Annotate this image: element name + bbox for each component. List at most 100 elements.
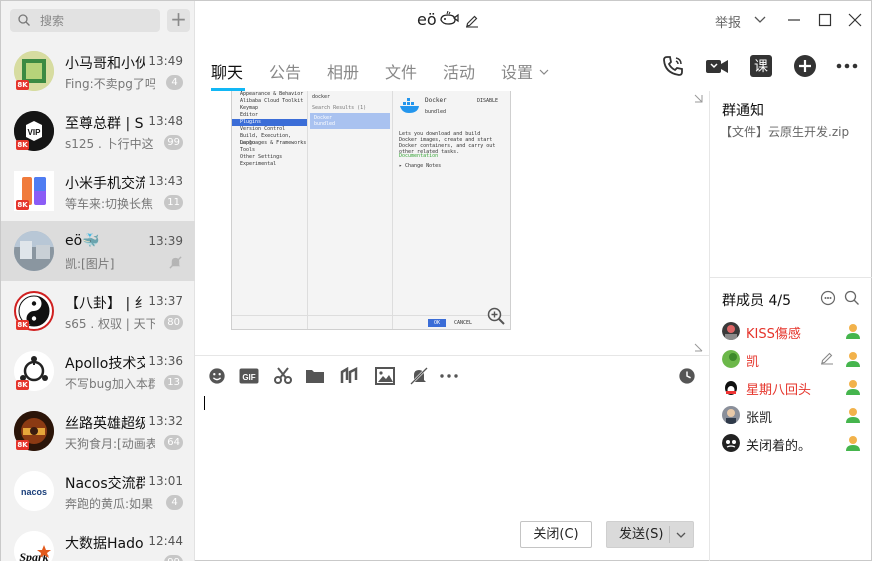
screenshot-image-message[interactable]: Appearance & Behavior Alibaba Cloud Tool… bbox=[231, 91, 511, 330]
conversation-preview: 凯:[图片] bbox=[65, 257, 115, 271]
member-item[interactable]: KISS傷感 bbox=[722, 321, 872, 343]
conversation-time: 13:49 bbox=[148, 54, 183, 68]
edit-icon[interactable] bbox=[820, 351, 834, 365]
conversation-name: Nacos交流群 bbox=[65, 476, 145, 492]
group-notice-body[interactable]: 【文件】云原生开发.zip bbox=[720, 123, 849, 140]
mute-bell-icon[interactable] bbox=[409, 367, 429, 385]
chevron-down-icon[interactable] bbox=[753, 13, 767, 27]
tab-activity[interactable]: 活动 bbox=[443, 59, 475, 83]
admin-user-icon bbox=[846, 352, 860, 367]
tab-announcement[interactable]: 公告 bbox=[269, 59, 301, 83]
search-icon bbox=[18, 14, 30, 26]
conversation-time: 13:43 bbox=[148, 174, 183, 188]
member-item[interactable]: 关闭着的。 bbox=[722, 433, 872, 455]
unread-count: 13 bbox=[164, 375, 183, 390]
nav-item: Other Settings bbox=[240, 154, 283, 160]
dialog-cancel: CANCEL bbox=[453, 320, 473, 326]
zoom-in-icon[interactable] bbox=[487, 307, 505, 325]
gif-icon[interactable]: GIF bbox=[239, 367, 259, 385]
chevron-down-icon bbox=[539, 69, 549, 75]
svg-text:nacos: nacos bbox=[21, 487, 47, 497]
tab-files[interactable]: 文件 bbox=[385, 59, 417, 83]
conversation-time: 13:32 bbox=[148, 414, 183, 428]
nacos-logo-avatar: nacos bbox=[14, 471, 54, 511]
search-placeholder: 搜索 bbox=[40, 14, 65, 28]
plugin-result-row: Docker bundled bbox=[310, 113, 390, 129]
member-user-icon bbox=[846, 436, 860, 451]
expand-arrow-icon[interactable] bbox=[694, 343, 703, 352]
emoji-icon[interactable] bbox=[207, 367, 227, 385]
music-icon[interactable] bbox=[339, 367, 359, 385]
member-item[interactable]: 张凯 bbox=[722, 405, 872, 427]
member-item[interactable]: 星期八回头 bbox=[722, 377, 872, 399]
history-icon[interactable] bbox=[677, 367, 697, 385]
add-app-icon[interactable] bbox=[793, 54, 817, 78]
title-bar: eö 举报 bbox=[195, 1, 872, 41]
unread-count: 99 bbox=[164, 555, 183, 561]
conversation-item-active[interactable]: eö🐳 13:39 凯:[图片] bbox=[1, 221, 195, 281]
conversation-item[interactable]: 8K Apollo技术交 13:36 不写bug加入本群 13 bbox=[1, 341, 195, 401]
member-avatar bbox=[722, 378, 740, 396]
video-call-icon[interactable] bbox=[705, 54, 729, 78]
edit-group-name-icon[interactable] bbox=[465, 14, 479, 28]
add-button[interactable]: + bbox=[167, 9, 190, 32]
member-item[interactable]: 凯 bbox=[722, 349, 872, 371]
conversation-item[interactable]: 8K 【八卦】 | 纟 13:37 s65 . 权驭 | 天下 80 bbox=[1, 281, 195, 341]
voice-call-icon[interactable] bbox=[661, 54, 685, 78]
text-caret bbox=[204, 396, 205, 410]
scissors-icon[interactable] bbox=[273, 367, 293, 385]
close-button[interactable]: 关闭(C) bbox=[520, 521, 592, 548]
conversation-preview: s125 . 卜行中这 bbox=[65, 137, 154, 151]
member-chat-icon[interactable] bbox=[820, 290, 836, 306]
settings-nav-list: Appearance & Behavior Alibaba Cloud Tool… bbox=[232, 91, 307, 329]
member-name: 关闭着的。 bbox=[746, 439, 812, 454]
level-badge: 8K bbox=[16, 380, 29, 390]
tab-album[interactable]: 相册 bbox=[327, 59, 359, 83]
nav-item: Version Control bbox=[240, 126, 286, 132]
conversation-name: 小米手机交流 bbox=[65, 176, 145, 192]
group-info-panel: 群通知 【文件】云原生开发.zip 群成员 4/5 KISS傷感 凯 星期八回头… bbox=[709, 91, 872, 561]
plugin-doc-link: Documentation bbox=[399, 153, 439, 159]
member-name: 凯 bbox=[746, 355, 760, 370]
chevron-down-icon[interactable] bbox=[675, 530, 687, 540]
member-avatar bbox=[722, 406, 740, 424]
more-icon[interactable] bbox=[439, 367, 459, 385]
image-icon[interactable] bbox=[375, 367, 395, 385]
lesson-icon[interactable]: 课 bbox=[749, 54, 773, 78]
conversation-preview: 天狗食月:[动画表 bbox=[65, 437, 155, 451]
conversation-preview: Fing:不卖pg了吗 bbox=[65, 77, 155, 91]
nav-item-selected: Plugins bbox=[232, 119, 307, 126]
conversation-item[interactable]: 8K 丝路英雄超级 13:32 天狗食月:[动画表 64 bbox=[1, 401, 195, 461]
more-icon[interactable] bbox=[835, 54, 859, 78]
message-input[interactable] bbox=[195, 393, 709, 513]
minimize-icon[interactable] bbox=[787, 13, 801, 27]
conversation-name: 大数据Hado bbox=[65, 536, 144, 552]
admin-user-icon bbox=[846, 324, 860, 339]
level-badge: 8K bbox=[16, 440, 29, 450]
tab-chat[interactable]: 聊天 bbox=[211, 59, 243, 83]
member-search-icon[interactable] bbox=[844, 290, 860, 306]
search-box[interactable]: 搜索 bbox=[10, 9, 160, 32]
tab-settings[interactable]: 设置 bbox=[501, 59, 549, 83]
whale-emoji-icon bbox=[439, 10, 459, 25]
svg-text:GIF: GIF bbox=[242, 373, 255, 382]
folder-icon[interactable] bbox=[305, 367, 325, 385]
collapse-arrow-icon[interactable] bbox=[694, 94, 703, 103]
unread-count: 99 bbox=[164, 135, 183, 150]
close-icon[interactable] bbox=[848, 13, 862, 27]
conversation-item[interactable]: 8K 小米手机交流 13:43 等车来:切换长焦 11 bbox=[1, 161, 195, 221]
level-badge: 8K bbox=[16, 200, 29, 210]
conversation-item[interactable]: 8K 小马哥和小伙 13:49 Fing:不卖pg了吗 4 bbox=[1, 41, 195, 101]
conversation-name: 小马哥和小伙 bbox=[65, 56, 145, 72]
maximize-icon[interactable] bbox=[818, 13, 832, 27]
dialog-ok: OK bbox=[428, 319, 446, 327]
conversation-item[interactable]: Spark 大数据Hado 12:44 99 bbox=[1, 521, 195, 561]
report-link[interactable]: 举报 bbox=[715, 12, 741, 31]
conversation-time: 13:39 bbox=[148, 234, 183, 248]
conversation-item[interactable]: VIP 8K 至尊总群 | S 13:48 s125 . 卜行中这 99 bbox=[1, 101, 195, 161]
member-name: KISS傷感 bbox=[746, 327, 801, 342]
conversation-item[interactable]: nacos Nacos交流群 13:01 奔跑的黄瓜:如果 4 bbox=[1, 461, 195, 521]
send-button[interactable]: 发送(S) bbox=[606, 521, 694, 548]
spark-logo-avatar: Spark bbox=[14, 531, 54, 561]
conversation-preview: 不写bug加入本群 bbox=[65, 377, 155, 391]
